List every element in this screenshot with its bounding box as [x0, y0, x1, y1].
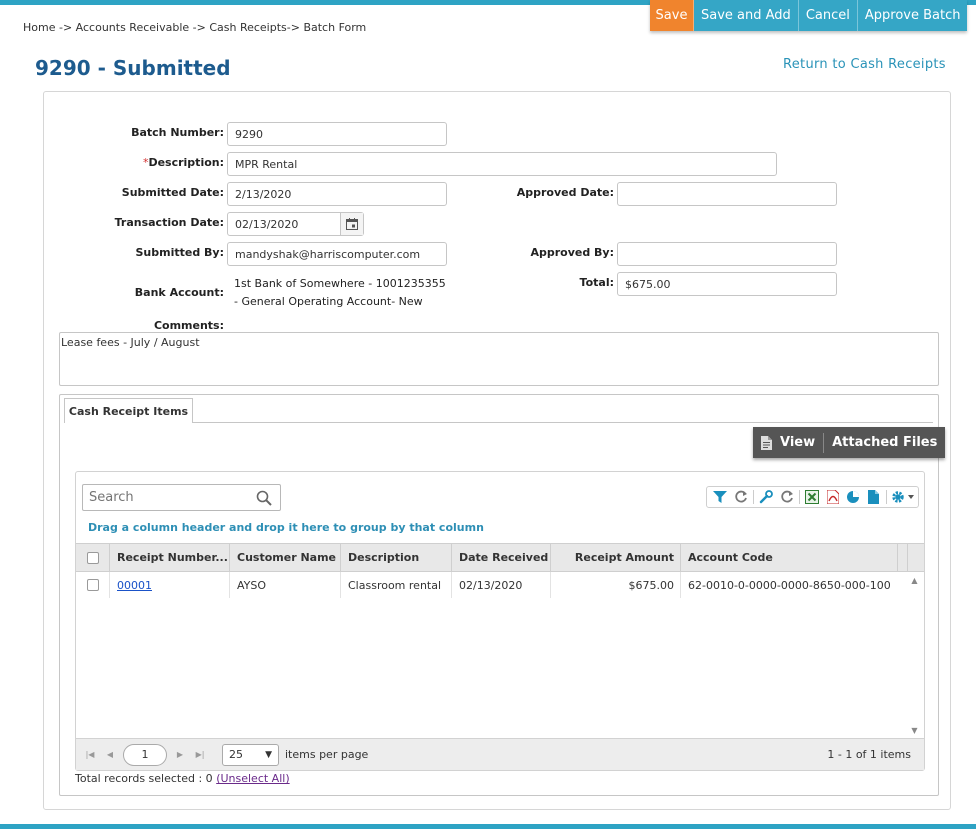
last-page-icon[interactable]: ▶|: [190, 745, 210, 765]
filter-icon[interactable]: [710, 487, 730, 507]
bank-account-value: 1st Bank of Somewhere - 1001235355 - Gen…: [234, 275, 446, 311]
items-per-page-label: items per page: [285, 748, 369, 761]
bottom-accent-bar: [0, 824, 976, 829]
toolbar-separator: [798, 490, 800, 504]
previous-page-icon[interactable]: ◀: [100, 745, 120, 765]
pager-range-info: 1 - 1 of 1 items: [827, 748, 911, 761]
transaction-date-picker: 02/13/2020: [227, 212, 364, 236]
approved-date-label: Approved Date:: [516, 186, 614, 199]
pdf-icon[interactable]: [822, 487, 842, 507]
first-page-icon[interactable]: |◀: [80, 745, 100, 765]
chevron-down-icon: ▼: [265, 749, 272, 760]
file-icon[interactable]: [863, 487, 883, 507]
scroll-down-arrow-icon[interactable]: ▼: [906, 724, 923, 736]
return-to-cash-receipts-link[interactable]: Return to Cash Receipts: [783, 57, 946, 72]
comments-textarea[interactable]: Lease fees - July / August: [59, 332, 939, 386]
chart-icon[interactable]: [843, 487, 863, 507]
submitted-by-field[interactable]: mandyshak@harriscomputer.com: [227, 242, 447, 266]
toolbar-separator: [885, 490, 887, 504]
receipt-amount-cell: $675.00: [551, 572, 681, 598]
transaction-date-label: Transaction Date:: [114, 216, 224, 229]
grid-pager: |◀ ◀ 1 ▶ ▶| 25 ▼ items per page 1 - 1 of…: [76, 738, 924, 770]
approved-by-field[interactable]: [617, 242, 837, 266]
submitted-date-label: Submitted Date:: [121, 186, 224, 199]
search-input[interactable]: [83, 489, 253, 506]
unselect-all-link[interactable]: (Unselect All): [216, 772, 289, 785]
column-header-date-received[interactable]: Date Received: [452, 544, 551, 571]
save-and-add-button[interactable]: Save and Add: [694, 0, 799, 31]
gear-icon[interactable]: [889, 487, 918, 507]
select-all-header: [76, 544, 110, 571]
select-all-checkbox[interactable]: [86, 551, 99, 564]
group-by-hint: Drag a column header and drop it here to…: [88, 521, 484, 534]
view-label: View: [780, 435, 816, 450]
excel-icon[interactable]: [802, 487, 822, 507]
search-icon[interactable]: [256, 490, 272, 506]
page-title: 9290 - Submitted: [35, 56, 231, 80]
row-select-cell: [76, 572, 110, 598]
page-size-select[interactable]: 25 ▼: [222, 743, 279, 766]
batch-number-label: Batch Number:: [131, 126, 224, 139]
grid-search: [82, 484, 281, 511]
refresh-icon[interactable]: [730, 487, 750, 507]
row-checkbox[interactable]: [86, 579, 99, 591]
approve-batch-button[interactable]: Approve Batch: [857, 0, 968, 31]
column-header-receipt-number[interactable]: Receipt Number...: [110, 544, 230, 571]
table-row: 00001 AYSO Classroom rental 02/13/2020 $…: [76, 572, 898, 598]
column-header-spacer: [898, 544, 908, 571]
total-field[interactable]: $675.00: [617, 272, 837, 296]
selection-summary: Total records selected : 0 (Unselect All…: [75, 772, 290, 785]
customer-name-cell: AYSO: [230, 572, 341, 598]
scroll-up-arrow-icon[interactable]: ▲: [906, 574, 923, 586]
total-records-selected: Total records selected : 0: [75, 772, 213, 785]
calendar-icon[interactable]: [340, 213, 363, 235]
breadcrumb: Home -> Accounts Receivable -> Cash Rece…: [23, 21, 367, 34]
account-code-cell: 62-0010-0-0000-0000-8650-000-100: [688, 578, 891, 592]
page-number-input[interactable]: 1: [123, 743, 167, 766]
column-header-account-code[interactable]: Account Code: [681, 544, 898, 571]
transaction-date-field[interactable]: 02/13/2020: [228, 213, 340, 235]
bank-account-line-1: 1st Bank of Somewhere - 1001235355: [234, 277, 446, 290]
grid-toolbar: [706, 486, 919, 508]
description-label-text: Description:: [148, 156, 224, 169]
description-field[interactable]: MPR Rental: [227, 152, 777, 176]
cancel-button[interactable]: Cancel: [798, 0, 858, 31]
submitted-date-field[interactable]: 2/13/2020: [227, 182, 447, 206]
attached-files-button[interactable]: Attached Files: [824, 427, 945, 458]
file-toolbar: View Attached Files: [753, 427, 946, 458]
comments-label: Comments:: [153, 319, 224, 332]
wrench-icon[interactable]: [756, 487, 776, 507]
refresh-icon[interactable]: [776, 487, 796, 507]
page-size-value: 25: [229, 748, 243, 761]
view-button[interactable]: View: [753, 427, 823, 458]
receipt-number-link[interactable]: 00001: [117, 579, 152, 592]
tab-cash-receipt-items[interactable]: Cash Receipt Items: [64, 398, 193, 423]
tab-divider: [66, 422, 933, 423]
save-button[interactable]: Save: [650, 0, 694, 31]
grid-vertical-scrollbar[interactable]: ▲ ▼: [906, 572, 923, 738]
description-label: *Description:: [120, 156, 224, 169]
date-received-cell: 02/13/2020: [452, 572, 551, 598]
next-page-icon[interactable]: ▶: [170, 745, 190, 765]
bank-account-line-2: - General Operating Account- New: [234, 295, 423, 308]
description-cell: Classroom rental: [341, 572, 452, 598]
batch-number-field[interactable]: 9290: [227, 122, 447, 146]
submitted-by-label: Submitted By:: [135, 246, 225, 259]
column-header-customer-name[interactable]: Customer Name: [230, 544, 341, 571]
receipt-number-cell: 00001: [110, 572, 230, 598]
grid-header: Receipt Number... Customer Name Descript…: [76, 543, 924, 572]
approved-by-label: Approved By:: [530, 246, 614, 259]
document-icon: [761, 435, 772, 450]
column-header-description[interactable]: Description: [341, 544, 452, 571]
column-header-receipt-amount[interactable]: Receipt Amount: [551, 544, 681, 571]
toolbar-separator: [752, 490, 754, 504]
action-bar: Save Save and Add Cancel Approve Batch: [650, 0, 968, 31]
approved-date-field[interactable]: [617, 182, 837, 206]
bank-account-label: Bank Account:: [134, 286, 224, 299]
total-label: Total:: [579, 276, 614, 289]
receipt-items-grid: [75, 471, 925, 771]
